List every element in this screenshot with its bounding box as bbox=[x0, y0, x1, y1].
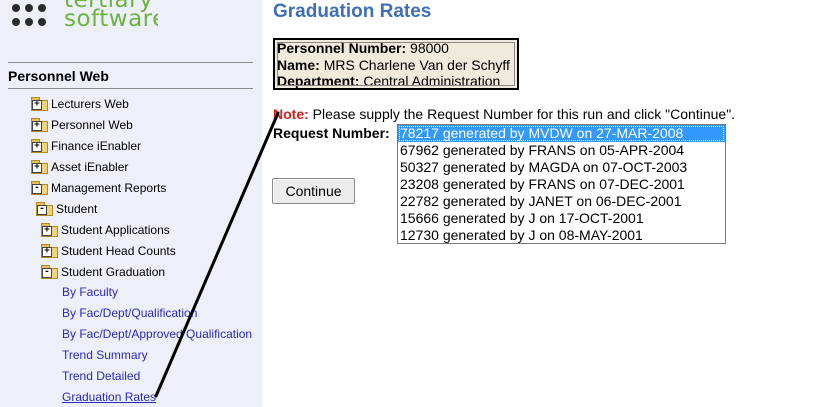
note-label: Note: bbox=[273, 106, 309, 122]
request-option[interactable]: 15666 generated by J on 17-OCT-2001 bbox=[398, 210, 725, 227]
report-link-by-fac-dept-qualification[interactable]: By Fac/Dept/Qualification bbox=[62, 304, 197, 322]
sidebar-item-label: Asset iEnabler bbox=[51, 160, 129, 174]
request-option[interactable]: 12730 generated by J on 08-MAY-2001 bbox=[398, 227, 725, 244]
folder-collapse-icon[interactable]: - bbox=[41, 265, 58, 279]
folder-expand-icon[interactable]: + bbox=[31, 160, 48, 174]
logo-text-line2: software bbox=[64, 6, 158, 32]
sidebar-item-management-reports[interactable]: - Management Reports bbox=[31, 179, 166, 197]
folder-expand-icon[interactable]: + bbox=[31, 118, 48, 132]
continue-button[interactable]: Continue bbox=[272, 178, 355, 204]
sidebar-item-label: Lecturers Web bbox=[51, 97, 129, 111]
folder-expand-icon[interactable]: + bbox=[31, 139, 48, 153]
personnel-info-box: Personnel Number: 98000 Name: MRS Charle… bbox=[273, 38, 519, 90]
request-number-listbox[interactable]: 78217 generated by MVDW on 27-MAR-2008 67… bbox=[397, 124, 726, 244]
sidebar-item-personnel-web[interactable]: + Personnel Web bbox=[31, 116, 133, 134]
sidebar-item-label: Student Applications bbox=[61, 223, 170, 237]
personnel-number-value: 98000 bbox=[410, 40, 449, 56]
personnel-number-label: Personnel Number: bbox=[277, 40, 407, 56]
request-number-label: Request Number: bbox=[273, 125, 390, 141]
sidebar-item-student-head-counts[interactable]: + Student Head Counts bbox=[41, 242, 176, 260]
sidebar-item-label: Finance iEnabler bbox=[51, 139, 142, 153]
nav-header: Personnel Web bbox=[8, 62, 253, 89]
tertiary-software-logo: tertiary software bbox=[8, 0, 158, 34]
sidebar-item-label: Student Graduation bbox=[61, 265, 166, 279]
request-option[interactable]: 22782 generated by JANET on 06-DEC-2001 bbox=[398, 193, 725, 210]
sidebar-item-lecturers-web[interactable]: + Lecturers Web bbox=[31, 95, 129, 113]
sidebar-item-student-applications[interactable]: + Student Applications bbox=[41, 221, 170, 239]
navigation-pane: tertiary software Personnel Web + Lecture… bbox=[0, 0, 262, 407]
department-label: Department: bbox=[277, 73, 360, 89]
sidebar-item-label: Student Head Counts bbox=[61, 244, 176, 258]
logo-dots-icon bbox=[12, 0, 52, 32]
sidebar-item-finance-ienabler[interactable]: + Finance iEnabler bbox=[31, 137, 141, 155]
folder-collapse-icon[interactable]: - bbox=[31, 181, 48, 195]
report-link-by-faculty[interactable]: By Faculty bbox=[62, 283, 118, 301]
folder-expand-icon[interactable]: + bbox=[41, 244, 58, 258]
report-link-trend-summary[interactable]: Trend Summary bbox=[62, 346, 148, 364]
request-option[interactable]: 23208 generated by FRANS on 07-DEC-2001 bbox=[398, 176, 725, 193]
folder-expand-icon[interactable]: + bbox=[31, 97, 48, 111]
report-link-by-fac-dept-approved-qualification[interactable]: By Fac/Dept/Approved Qualification bbox=[62, 325, 252, 343]
report-link-trend-detailed[interactable]: Trend Detailed bbox=[62, 367, 140, 385]
name-value: MRS Charlene Van der Schyff bbox=[323, 56, 510, 73]
folder-collapse-icon[interactable]: - bbox=[36, 202, 53, 216]
page-title: Graduation Rates bbox=[273, 1, 432, 22]
report-link-graduation-rates[interactable]: Graduation Rates bbox=[62, 388, 156, 406]
sidebar-item-label: Personnel Web bbox=[51, 118, 133, 132]
sidebar-item-student[interactable]: - Student bbox=[36, 200, 97, 218]
request-option[interactable]: 50327 generated by MAGDA on 07-OCT-2003 bbox=[398, 159, 725, 176]
name-label: Name: bbox=[277, 56, 320, 73]
sidebar-item-label: Management Reports bbox=[51, 181, 167, 195]
request-option[interactable]: 67962 generated by FRANS on 05-APR-2004 bbox=[398, 142, 725, 159]
folder-expand-icon[interactable]: + bbox=[41, 223, 58, 237]
note-text: Please supply the Request Number for thi… bbox=[312, 106, 736, 122]
note-line: Note: Please supply the Request Number f… bbox=[273, 106, 735, 122]
sidebar-item-student-graduation[interactable]: - Student Graduation bbox=[41, 263, 165, 281]
sidebar-item-label: Student bbox=[56, 202, 98, 216]
department-value: Central Administration bbox=[363, 73, 501, 89]
sidebar-item-asset-ienabler[interactable]: + Asset iEnabler bbox=[31, 158, 128, 176]
request-option[interactable]: 78217 generated by MVDW on 27-MAR-2008 bbox=[398, 125, 725, 142]
